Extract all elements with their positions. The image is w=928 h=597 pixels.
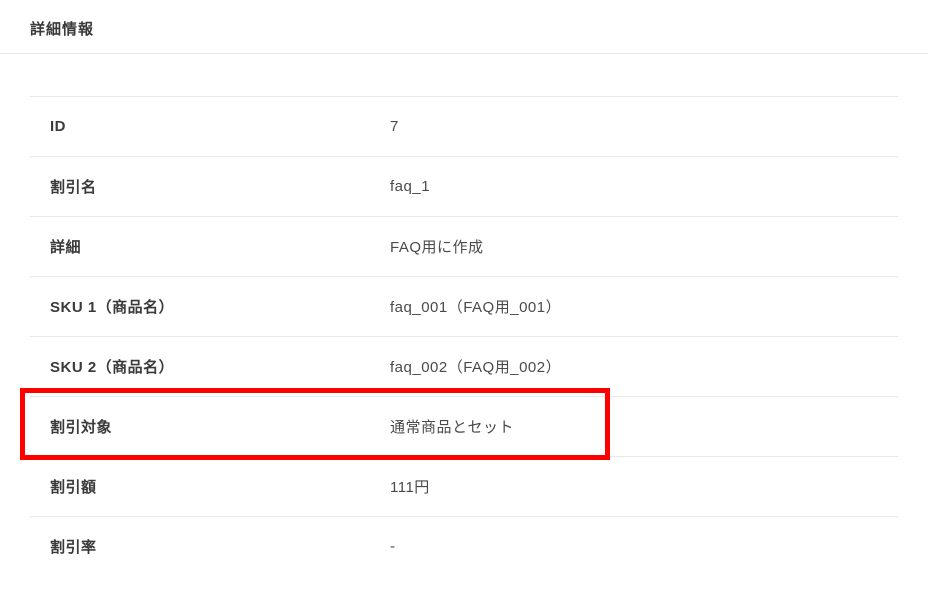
- row-value: faq_1: [390, 178, 878, 195]
- row-value: -: [390, 538, 878, 555]
- table-row: 割引対象 通常商品とセット: [30, 396, 898, 456]
- table-row: SKU 2（商品名） faq_002（FAQ用_002）: [30, 336, 898, 396]
- row-label: 割引名: [50, 176, 390, 197]
- row-label: SKU 1（商品名）: [50, 296, 390, 317]
- table-row: 割引名 faq_1: [30, 156, 898, 216]
- table-row: 割引額 111円: [30, 456, 898, 516]
- row-label: ID: [50, 118, 390, 135]
- row-value: 7: [390, 118, 878, 135]
- table-row: ID 7: [30, 96, 898, 156]
- row-value: faq_001（FAQ用_001）: [390, 296, 878, 317]
- title-divider: [0, 53, 928, 54]
- row-label: 割引額: [50, 476, 390, 497]
- page-title: 詳細情報: [0, 0, 928, 53]
- row-label: 詳細: [50, 236, 390, 257]
- detail-table: ID 7 割引名 faq_1 詳細 FAQ用に作成 SKU 1（商品名） faq…: [0, 96, 928, 576]
- table-row: 詳細 FAQ用に作成: [30, 216, 898, 276]
- table-row: SKU 1（商品名） faq_001（FAQ用_001）: [30, 276, 898, 336]
- row-value: FAQ用に作成: [390, 236, 878, 257]
- row-value: 111円: [390, 476, 878, 497]
- table-row: 割引率 -: [30, 516, 898, 576]
- row-label: 割引率: [50, 536, 390, 557]
- row-value: faq_002（FAQ用_002）: [390, 356, 878, 377]
- row-label: SKU 2（商品名）: [50, 356, 390, 377]
- row-value: 通常商品とセット: [390, 416, 878, 437]
- row-label: 割引対象: [50, 416, 390, 437]
